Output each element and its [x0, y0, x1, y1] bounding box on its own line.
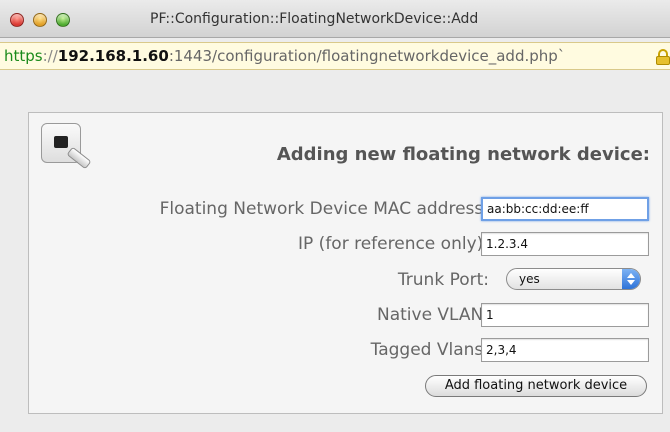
network-device-icon	[41, 123, 97, 179]
tagged-vlans-row: Tagged Vlans:	[29, 338, 662, 364]
form-heading: Adding new floating network device:	[276, 144, 650, 165]
native-vlan-input[interactable]	[481, 303, 649, 327]
trunk-port-label: Trunk Port:	[397, 270, 489, 290]
mac-row: Floating Network Device MAC address:	[29, 197, 662, 223]
add-device-button[interactable]: Add floating network device	[425, 375, 647, 397]
url-bar[interactable]: https://192.168.1.60:1443/configuration/…	[0, 42, 670, 70]
lock-icon[interactable]	[656, 49, 670, 65]
zoom-icon[interactable]	[56, 13, 70, 27]
close-icon[interactable]	[10, 13, 24, 27]
trunk-port-select[interactable]: yes	[506, 268, 641, 290]
native-vlan-row: Native VLAN:	[29, 303, 662, 329]
mac-label: Floating Network Device MAC address:	[159, 199, 489, 219]
window-titlebar: PF::Configuration::FloatingNetworkDevice…	[0, 0, 670, 38]
url-path: :1443/configuration/floatingnetworkdevic…	[168, 47, 566, 65]
select-arrows-icon	[622, 269, 640, 289]
trunk-port-value: yes	[519, 272, 540, 286]
native-vlan-label: Native VLAN:	[376, 305, 489, 325]
url-scheme: https	[4, 47, 43, 65]
ip-input[interactable]	[481, 232, 649, 256]
minimize-icon[interactable]	[33, 13, 47, 27]
url-separator: ://	[42, 47, 58, 65]
form-panel: Adding new floating network device: Floa…	[28, 112, 663, 414]
trunk-row: Trunk Port: yes	[29, 268, 662, 294]
tagged-vlans-input[interactable]	[481, 338, 649, 362]
tagged-vlans-label: Tagged Vlans:	[370, 340, 489, 360]
url-host: 192.168.1.60	[57, 47, 169, 65]
window-title: PF::Configuration::FloatingNetworkDevice…	[150, 11, 479, 27]
ip-label: IP (for reference only):	[298, 234, 489, 254]
ip-row: IP (for reference only):	[29, 232, 662, 258]
mac-address-input[interactable]	[481, 197, 649, 221]
